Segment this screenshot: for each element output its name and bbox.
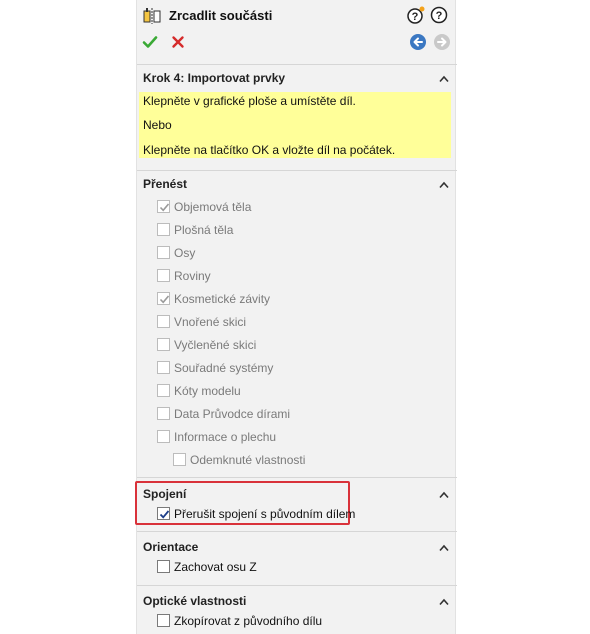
transfer-section-title: Přenést [143,177,188,191]
instruction-line-1: Klepněte v grafické ploše a umístěte díl… [143,94,356,108]
window-title: Zrcadlit součásti [169,8,273,23]
forward-arrow-icon [433,33,451,51]
chevron-up-icon[interactable] [439,72,449,83]
property-manager-panel: Zrcadlit součásti ? ? Krok 4: Importovat… [135,0,457,634]
transfer-option-label: Osy [174,246,196,260]
instruction-line-3: Klepněte na tlačítko OK a vložte díl na … [143,143,396,157]
transfer-option-checkbox [157,200,170,213]
transfer-option-label: Souřadné systémy [174,361,274,375]
orientation-section: Orientace Zachovat osu Z [137,531,457,583]
transfer-option-checkbox [157,246,170,259]
copy-from-original-checkbox[interactable] [157,614,170,627]
link-section: Spojení Přerušit spojení s původním díle… [135,477,457,530]
step-section-title: Krok 4: Importovat prvky [143,71,286,85]
transfer-option-label: Kóty modelu [174,384,241,398]
svg-text:?: ? [412,11,419,23]
svg-text:?: ? [436,10,443,22]
transfer-option-checkbox [157,338,170,351]
title-bar: Zrcadlit součásti ? ? [137,0,457,60]
instruction-message: Klepněte v grafické ploše a umístěte díl… [139,92,451,158]
instruction-line-2: Nebo [143,118,172,132]
transfer-option-checkbox [157,315,170,328]
transfer-section-header[interactable]: Přenést [137,171,457,193]
transfer-option-label: Informace o plechu [174,430,277,444]
transfer-option-label: Vyčleněné skici [174,338,257,352]
chevron-up-icon[interactable] [439,595,449,606]
transfer-option-checkbox [157,292,170,305]
transfer-option-checkbox [157,430,170,443]
orientation-section-header[interactable]: Orientace [137,532,457,554]
cancel-button[interactable] [169,33,187,51]
optical-section-header[interactable]: Optické vlastnosti [137,586,457,608]
transfer-option-label: Objemová těla [174,200,252,214]
transfer-option-label: Odemknuté vlastnosti [190,453,306,467]
transfer-option-label: Roviny [174,269,211,283]
copy-from-original-label: Zkopírovat z původního dílu [174,614,323,628]
chevron-up-icon[interactable] [439,541,449,552]
step-section: Krok 4: Importovat prvky Klepněte v graf… [137,64,457,168]
mirror-components-icon [143,7,161,25]
transfer-option-checkbox [157,361,170,374]
transfer-option-label: Data Průvodce dírami [174,407,291,421]
transfer-section: Přenést Objemová těla Plošná těla Osy Rovin… [137,170,457,476]
chevron-up-icon[interactable] [439,178,449,189]
transfer-option-checkbox [157,384,170,397]
back-arrow-icon[interactable] [409,33,427,51]
break-link-checkbox[interactable] [157,507,170,520]
orientation-section-title: Orientace [143,540,199,554]
break-link-label: Přerušit spojení s původním dílem [174,507,356,521]
link-section-header[interactable]: Spojení [137,478,457,501]
step-section-header[interactable]: Krok 4: Importovat prvky [137,65,457,87]
keep-z-axis-label: Zachovat osu Z [174,560,257,574]
transfer-option-label: Plošná těla [174,223,234,237]
transfer-option-label: Vnořené skici [174,315,247,329]
chevron-up-icon[interactable] [439,488,449,499]
transfer-option-checkbox [157,223,170,236]
ok-button[interactable] [141,33,159,51]
help-whats-wrong-icon[interactable]: ? [407,6,425,24]
link-section-title: Spojení [143,487,187,501]
transfer-option-checkbox [157,269,170,282]
help-icon[interactable]: ? [430,6,448,24]
optical-section: Optické vlastnosti Zkopírovat z původníh… [137,585,457,634]
transfer-option-checkbox [173,453,186,466]
keep-z-axis-checkbox[interactable] [157,560,170,573]
optical-section-title: Optické vlastnosti [143,594,247,608]
transfer-option-checkbox [157,407,170,420]
transfer-option-label: Kosmetické závity [174,292,271,306]
